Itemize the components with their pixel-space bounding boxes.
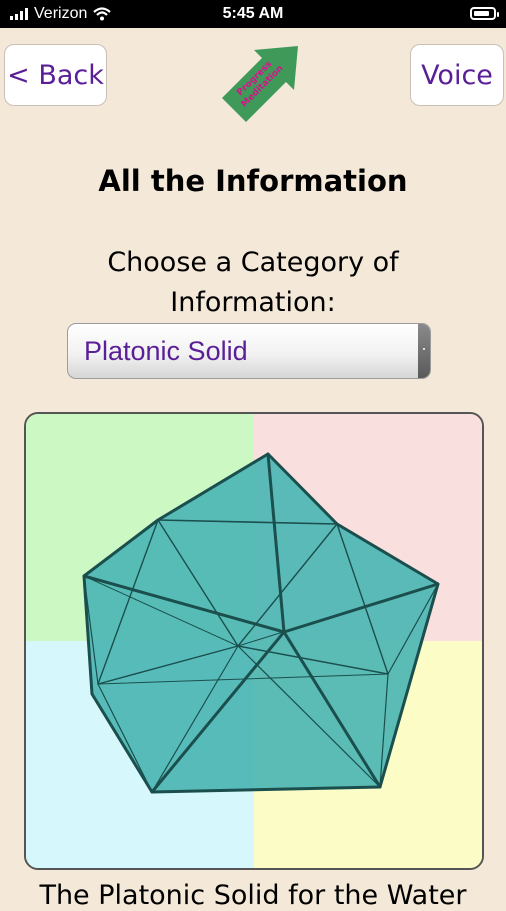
status-bar: Verizon 5:45 AM — [0, 0, 506, 28]
category-prompt: Choose a Category of Information: — [107, 247, 399, 318]
category-picker[interactable]: Platonic Solid — [67, 323, 431, 379]
icosahedron-image — [82, 452, 440, 794]
voice-button[interactable]: Voice — [410, 44, 504, 106]
back-button[interactable]: < Back — [4, 44, 107, 106]
status-time: 5:45 AM — [222, 5, 284, 22]
category-picker-value: Platonic Solid — [84, 336, 248, 366]
page-title: All the Information — [98, 164, 408, 198]
picker-handle[interactable] — [418, 324, 430, 378]
battery-icon — [470, 7, 499, 20]
solid-caption: The Platonic Solid for the Water — [39, 880, 467, 911]
battery-fill — [474, 11, 489, 16]
solid-viewer[interactable] — [24, 412, 484, 870]
